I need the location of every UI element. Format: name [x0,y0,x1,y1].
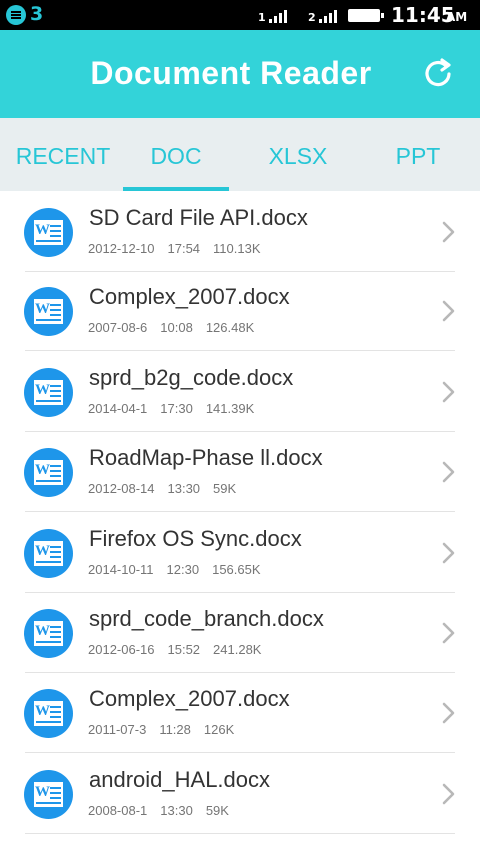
file-name: Complex_2007.docx [89,686,290,711]
file-date: 2012-08-14 [88,481,155,496]
chevron-right-icon [442,300,455,322]
refresh-icon[interactable] [418,54,458,94]
file-time: 10:08 [160,320,193,335]
file-meta: 2012-06-16 15:52 241.28K [88,642,274,657]
divider [25,431,455,432]
file-meta: 2008-08-1 13:30 59K [88,803,242,818]
chevron-right-icon [442,702,455,724]
file-size: 126.48K [205,320,255,335]
status-bar: 3 1 2 11:45 AM [0,0,480,30]
app-header: Document Reader [0,30,480,118]
file-name: SD Card File API.docx [89,205,308,230]
word-document-icon: W [24,770,73,819]
file-date: 2014-04-1 [88,401,148,416]
tab-label: PPT [395,143,441,169]
file-size: 110.13K [213,241,261,256]
file-time: 12:30 [166,562,200,577]
chevron-right-icon [442,542,455,564]
chevron-right-icon [442,622,455,644]
file-name: sprd_code_branch.docx [89,606,324,631]
file-meta: 2012-12-10 17:54 110.13K [88,241,274,256]
app-title: Document Reader [90,55,372,91]
file-date: 2012-06-16 [88,642,155,657]
battery-icon [348,9,384,22]
tab-recent[interactable]: RECENT [0,118,126,191]
word-document-icon: W [24,368,73,417]
word-document-icon: W [24,689,73,738]
file-time: 17:30 [160,401,193,416]
file-date: 2008-08-1 [88,803,148,818]
file-name: RoadMap-Phase ll.docx [89,445,323,470]
word-document-icon: W [24,287,73,336]
file-list-item[interactable]: W RoadMap-Phase ll.docx 2012-08-14 13:30 5… [0,433,480,512]
divider [25,511,455,512]
word-document-icon: W [24,529,73,578]
file-size: 156.65K [212,562,261,577]
file-meta: 2014-10-11 12:30 156.65K [88,562,274,577]
word-document-icon: W [24,208,73,257]
tab-label: DOC [150,143,202,169]
file-list-item[interactable]: W Complex_2007.docx 2007-08-6 10:08 126.48… [0,272,480,351]
file-name: Complex_2007.docx [89,284,290,309]
clock-ampm: AM [446,10,468,24]
signal-strength-icon [269,8,291,23]
file-meta: 2007-08-6 10:08 126.48K [88,320,267,335]
chevron-right-icon [442,783,455,805]
word-document-icon: W [24,609,73,658]
file-time: 13:30 [167,481,201,496]
file-size: 59K [213,481,237,496]
file-time: 17:54 [167,241,201,256]
tab-ppt[interactable]: PPT [360,118,476,191]
file-list-item[interactable]: W android_HAL.docx 2008-08-1 13:30 59K [0,755,480,834]
file-meta: 2014-04-1 17:30 141.39K [88,401,267,416]
notification-icon[interactable] [6,5,26,25]
word-document-icon: W [24,448,73,497]
file-date: 2007-08-6 [88,320,148,335]
chevron-right-icon [442,461,455,483]
file-time: 11:28 [159,722,191,737]
file-list-item[interactable]: W Complex_2007.docx 2011-07-3 11:28 126K [0,674,480,753]
file-name: Firefox OS Sync.docx [89,526,302,551]
notification-count: 3 [30,3,44,25]
tab-xlsx[interactable]: XLSX [240,118,356,191]
file-date: 2012-12-10 [88,241,155,256]
file-size: 59K [205,803,229,818]
divider [25,350,455,351]
file-date: 2014-10-11 [88,562,154,577]
divider [25,752,455,753]
chevron-right-icon [442,221,455,243]
file-list-item[interactable]: W sprd_b2g_code.docx 2014-04-1 17:30 141.3… [0,353,480,432]
file-meta: 2011-07-3 11:28 126K [88,722,247,737]
file-date: 2011-07-3 [88,722,147,737]
signal-strength-icon [319,8,341,23]
file-time: 15:52 [167,642,201,657]
file-size: 126K [203,722,235,737]
chevron-right-icon [442,381,455,403]
sim2-label: 2 [308,11,316,24]
tab-label: RECENT [15,143,111,169]
file-name: sprd_b2g_code.docx [89,365,294,390]
file-time: 13:30 [160,803,193,818]
tab-doc[interactable]: DOC [123,118,229,191]
file-meta: 2012-08-14 13:30 59K [88,481,249,496]
file-list-item[interactable]: W sprd_code_branch.docx 2012-06-16 15:52 2… [0,594,480,673]
divider [25,592,455,593]
divider [25,672,455,673]
tab-bar: RECENT DOC XLSX PPT [0,118,480,191]
sim1-label: 1 [258,11,266,24]
file-list-item[interactable]: W SD Card File API.docx 2012-12-10 17:54 1… [0,193,480,272]
file-size: 141.39K [205,401,255,416]
tab-label: XLSX [268,143,328,169]
divider [25,833,455,834]
file-size: 241.28K [213,642,262,657]
file-list-item[interactable]: W Firefox OS Sync.docx 2014-10-11 12:30 15… [0,514,480,593]
file-name: android_HAL.docx [89,767,271,792]
